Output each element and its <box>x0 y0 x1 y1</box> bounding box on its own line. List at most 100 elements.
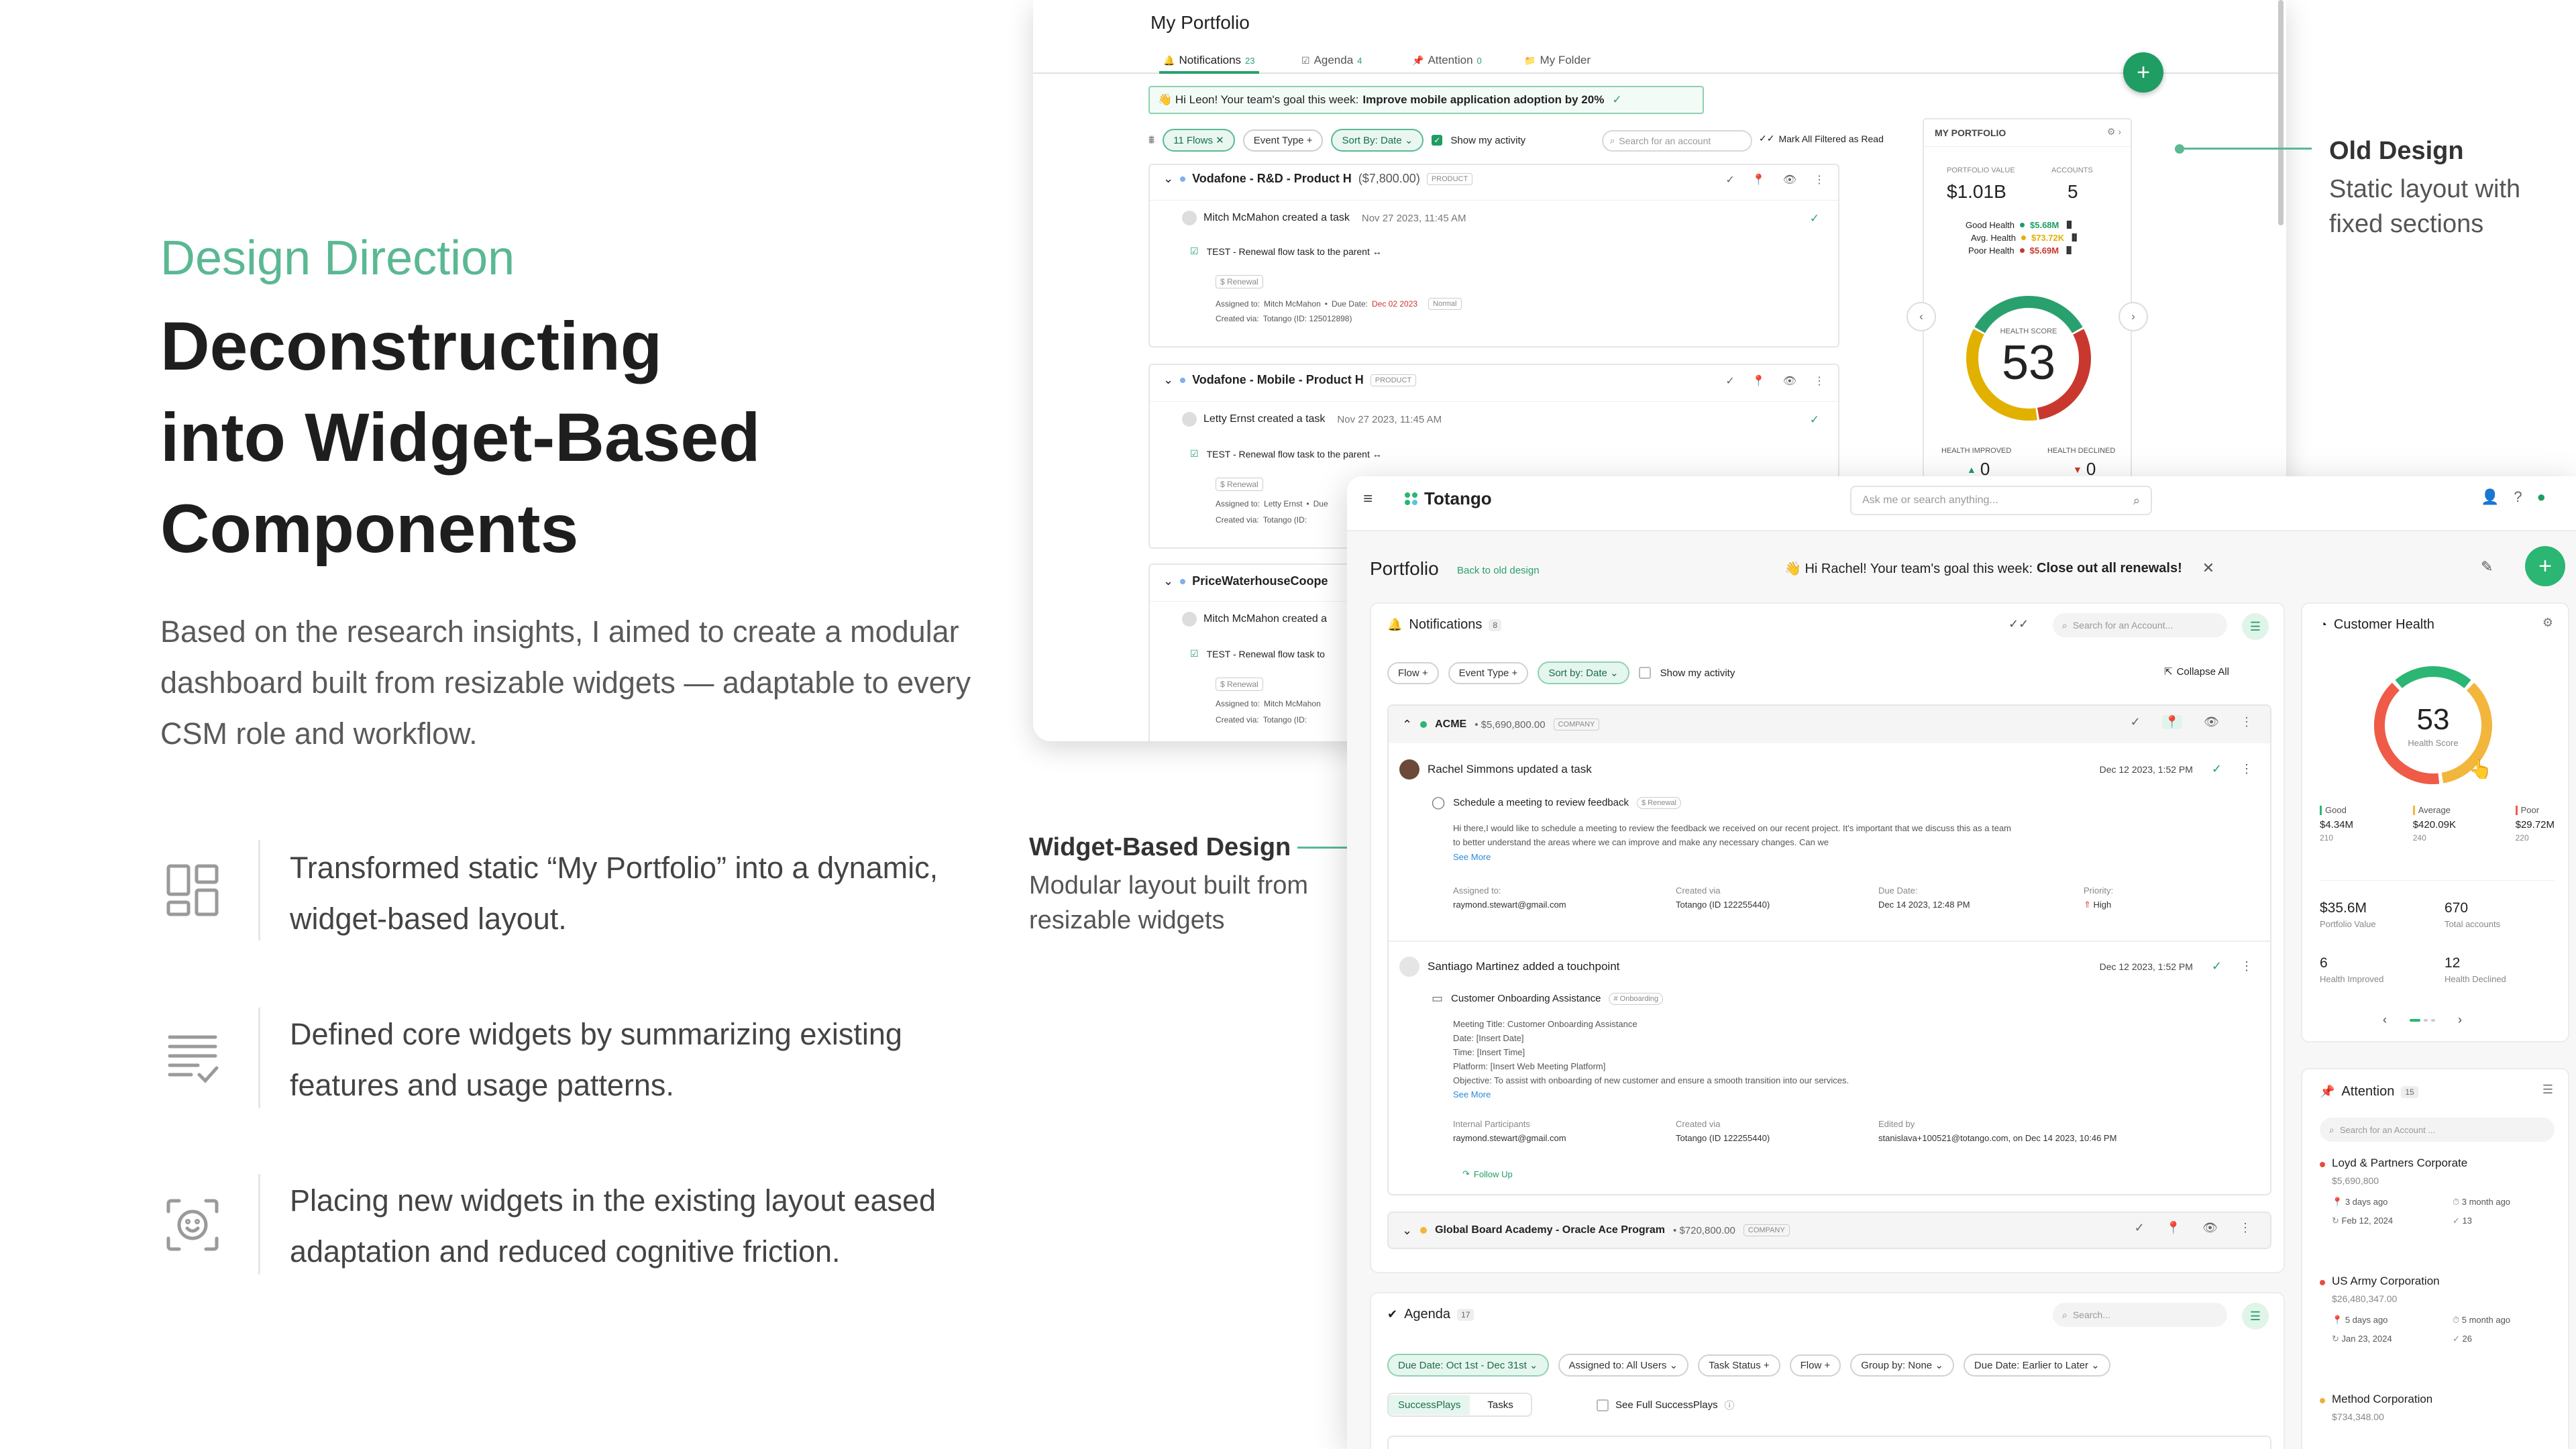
health-segment[interactable]: Good $4.34M 210 <box>2320 805 2353 843</box>
tab-count: 0 <box>1477 55 1482 66</box>
brand[interactable]: Totango <box>1405 488 1492 509</box>
tab-attention[interactable]: 📌 Attention 0 <box>1412 50 1482 71</box>
account-search-input[interactable]: ⌕ Search for an Account... <box>2053 613 2227 637</box>
meta-text: 3 days ago <box>2345 1197 2388 1207</box>
check-icon[interactable]: ✓ <box>1725 374 1734 388</box>
show-activity-checkbox[interactable]: ✓ <box>1432 135 1443 146</box>
sort-filter[interactable]: Due Date: Earlier to Later ⌄ <box>1963 1354 2110 1377</box>
health-segment[interactable]: Poor $29.72M 220 <box>2515 805 2555 843</box>
tab-notifications[interactable]: 🔔 Notifications 23 <box>1159 50 1259 74</box>
attention-search-input[interactable]: ⌕ Search for an Account ... <box>2320 1118 2555 1142</box>
scrollbar[interactable] <box>2278 0 2284 225</box>
global-search-input[interactable]: Ask me or search anything... ⌕ <box>1850 486 2152 515</box>
see-more-link[interactable]: See More <box>1453 1087 1849 1102</box>
see-more-link[interactable]: See More <box>1453 852 1491 862</box>
collapse-all-button[interactable]: ⇱ Collapse All <box>2164 665 2229 678</box>
group-header[interactable]: ⌄ PriceWaterhouseCoope <box>1163 574 1328 588</box>
settings-icon[interactable]: ⚙ › <box>2107 126 2121 138</box>
attention-item[interactable]: US Army Corporation $26,480,347.00 📍 5 day… <box>2320 1275 2555 1393</box>
check-icon[interactable]: ✓ <box>2135 1221 2145 1235</box>
eye-icon[interactable]: 👁 <box>2202 1221 2218 1235</box>
chevron-left-icon[interactable]: ‹ <box>2383 1013 2387 1027</box>
checkbox[interactable] <box>1597 1399 1609 1411</box>
account-search-input[interactable]: ⌕ Search for an account <box>1602 130 1752 152</box>
metric-label: PORTFOLIO VALUE <box>1947 166 2015 174</box>
group-header[interactable]: ⌄ Vodafone - R&D - Product H ($7,800.00)… <box>1163 172 1473 186</box>
assigned-filter[interactable]: Assigned to: All Users ⌄ <box>1558 1354 1689 1377</box>
check-icon[interactable]: ✓ <box>2212 762 2222 776</box>
flow-filter[interactable]: Flow + <box>1789 1354 1841 1377</box>
tab-tasks[interactable]: Tasks <box>1470 1395 1530 1415</box>
check-icon[interactable]: ✓ <box>1725 173 1734 186</box>
task-status-filter[interactable]: Task Status + <box>1698 1354 1780 1377</box>
mark-all-read-button[interactable]: ✓✓ Mark All Filtered as Read <box>1759 133 1884 144</box>
headline-line: Deconstructing <box>160 308 663 384</box>
due-date-filter[interactable]: Due Date: Oct 1st - Dec 31st ⌄ <box>1387 1354 1549 1377</box>
check-icon[interactable]: ✓ <box>2131 715 2141 729</box>
edit-icon[interactable]: ✎ <box>2481 558 2493 576</box>
attention-item[interactable]: Method Corporation $734,348.00 <box>2320 1393 2555 1449</box>
chevron-right-icon[interactable]: › <box>2458 1013 2462 1027</box>
see-full-toggle[interactable]: See Full SuccessPlays ⓘ <box>1597 1398 1735 1412</box>
check-icon[interactable]: ✓ <box>1810 413 1819 427</box>
event-row[interactable]: Santiago Martinez added a touchpoint <box>1399 957 1619 977</box>
check-icon[interactable]: ✓ <box>2212 959 2222 973</box>
group-header[interactable]: ⌄ Vodafone - Mobile - Product H PRODUCT <box>1163 373 1417 387</box>
pin-icon[interactable]: 📍 <box>1752 374 1766 388</box>
pin-icon[interactable]: 📍 <box>2161 715 2183 729</box>
show-activity-checkbox[interactable] <box>1638 667 1651 679</box>
flows-chip[interactable]: 11 Flows ✕ <box>1163 129 1235 152</box>
more-icon[interactable]: ⋮ <box>2241 715 2253 729</box>
search-placeholder: Search for an Account... <box>2072 620 2174 631</box>
settings-icon[interactable]: ⚙ <box>2542 616 2553 630</box>
meta-item: ✓ 26 <box>2453 1334 2560 1344</box>
event-row[interactable]: Mitch McMahon created a <box>1182 612 1327 627</box>
more-icon[interactable]: ⋮ <box>1814 374 1825 388</box>
carousel-prev-button[interactable]: ‹ <box>1907 302 1936 331</box>
group-by-filter[interactable]: Group by: None ⌄ <box>1850 1354 1954 1377</box>
agenda-widget: ✔ Agenda 17 ⌕ Search... ☰ Due Date: Oct … <box>1370 1292 2285 1449</box>
more-icon[interactable]: ⋮ <box>2241 762 2253 776</box>
meta-icon: ↻ <box>2332 1334 2342 1344</box>
profile-icon[interactable]: ● <box>2537 488 2546 506</box>
eye-icon[interactable]: 👁 <box>2204 715 2219 729</box>
tab-my-folder[interactable]: 📁 My Folder <box>1524 50 1591 71</box>
follow-up-button[interactable]: ↷ Follow Up <box>1462 1169 1513 1179</box>
sort-chip[interactable]: Sort by: Date ⌄ <box>1538 661 1629 684</box>
tab-successplays[interactable]: SuccessPlays <box>1389 1395 1470 1415</box>
health-segment[interactable]: Average $420.09K 240 <box>2412 805 2456 843</box>
pin-icon[interactable]: 📍 <box>1752 173 1766 186</box>
health-value: $5.69M <box>2029 246 2059 256</box>
event-row[interactable]: Rachel Simmons updated a task <box>1399 759 1592 780</box>
more-icon[interactable]: ⋮ <box>1814 173 1825 186</box>
pin-icon[interactable]: 📍 <box>2166 1221 2181 1235</box>
hamburger-menu-icon[interactable]: ≡ <box>1363 490 1373 508</box>
add-button[interactable]: + <box>2123 52 2163 93</box>
eye-icon[interactable]: 👁 <box>1783 173 1796 186</box>
back-to-old-design-link[interactable]: Back to old design <box>1457 565 1540 576</box>
mark-all-read-icon[interactable]: ✓✓ <box>2008 617 2029 631</box>
agenda-search-input[interactable]: ⌕ Search... <box>2053 1303 2227 1327</box>
attention-item[interactable]: Loyd & Partners Corporate $5,690,800 📍 3 d… <box>2320 1157 2555 1275</box>
close-icon[interactable]: ✕ <box>2202 559 2214 577</box>
event-type-chip[interactable]: Event Type + <box>1448 661 1529 684</box>
account-tag: COMPANY <box>1743 1224 1790 1236</box>
eye-icon[interactable]: 👁 <box>1783 374 1796 388</box>
event-row[interactable]: Mitch McMahon created a task Nov 27 2023… <box>1182 211 1466 225</box>
event-row[interactable]: Letty Ernst created a task Nov 27 2023, … <box>1182 412 1442 427</box>
filter-icon[interactable]: ☰ <box>2242 613 2269 640</box>
check-icon[interactable]: ✓ <box>1810 212 1819 225</box>
flow-chip[interactable]: Flow + <box>1387 661 1439 684</box>
add-widget-button[interactable]: + <box>2525 546 2565 586</box>
touchpoint-body: Meeting Title: Customer Onboarding Assis… <box>1453 1017 1849 1102</box>
add-user-icon[interactable]: 👤 <box>2481 488 2499 506</box>
more-icon[interactable]: ⋮ <box>2239 1221 2251 1235</box>
event-type-chip[interactable]: Event Type + <box>1242 129 1324 152</box>
more-icon[interactable]: ⋮ <box>2241 959 2253 973</box>
filter-icon[interactable]: ☰ <box>2542 1083 2553 1097</box>
carousel-next-button[interactable]: › <box>2118 302 2148 331</box>
tab-agenda[interactable]: ☑ Agenda 4 <box>1301 50 1362 71</box>
sort-chip[interactable]: Sort By: Date ⌄ <box>1331 129 1424 152</box>
help-icon[interactable]: ? <box>2514 488 2522 506</box>
filter-icon[interactable]: ☰ <box>2242 1303 2269 1330</box>
